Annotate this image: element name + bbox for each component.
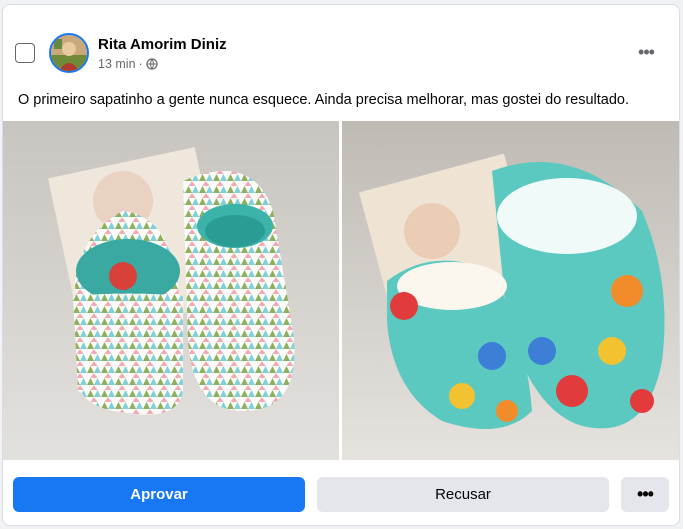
more-options-icon[interactable]: ••• [635, 42, 657, 62]
approve-button[interactable]: Aprovar [13, 477, 305, 512]
globe-icon [146, 58, 158, 70]
avatar[interactable] [49, 33, 89, 73]
post-time[interactable]: 13 min [98, 57, 136, 71]
meta-separator: · [138, 57, 143, 71]
moderation-actions: Aprovar Recusar ••• [3, 477, 679, 513]
reject-button[interactable]: Recusar [317, 477, 609, 512]
post-photo-left[interactable] [3, 121, 339, 460]
more-actions-button[interactable]: ••• [621, 477, 669, 512]
post-photo-right[interactable] [342, 121, 679, 460]
post-author-name[interactable]: Rita Amorim Diniz [98, 36, 227, 53]
post-text: O primeiro sapatinho a gente nunca esque… [18, 92, 629, 108]
post-card: Rita Amorim Diniz 13 min · ••• O primeir… [2, 4, 680, 526]
select-post-checkbox[interactable] [15, 43, 35, 63]
post-meta: 13 min · [98, 57, 158, 71]
